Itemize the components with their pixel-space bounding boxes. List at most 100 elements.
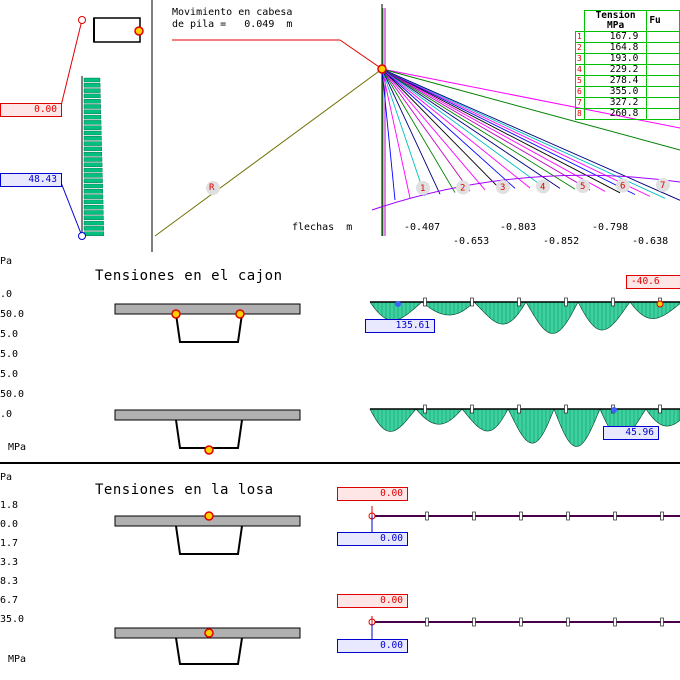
flechas-label: flechas m — [292, 222, 353, 233]
deflection-3: -0.803 — [500, 222, 537, 233]
tension-value: 193.0 — [583, 53, 648, 65]
cable-number: 2 — [575, 42, 585, 54]
section-point-marker — [204, 445, 214, 455]
cable-anchor-tick — [564, 297, 568, 307]
slab-stress-panel: Pa 1.8 0.0 1.7 3.3 8.3 6.7 35.0 MPa Tensiones … — [0, 464, 680, 680]
cable-anchor-tick — [660, 617, 664, 627]
cable-tension-table: Tension MPa Fu 1 167.9 2 164.8 3 193.0 4 229.2 5 2… — [575, 10, 680, 120]
cable-number: 8 — [575, 108, 585, 120]
pier-stress-bar — [83, 199, 104, 205]
axis-tick-label: 1.8 — [0, 500, 19, 511]
cable-number: 4 — [575, 64, 585, 76]
cable-number-label: 4 — [540, 183, 545, 193]
box-top-max-stress-box: 135.61 — [365, 319, 435, 333]
pier-stress-bar — [83, 120, 102, 125]
pier-stress-bar — [83, 93, 101, 99]
movement-unit: m — [286, 19, 293, 30]
pier-stress-bar — [83, 189, 103, 194]
cable-number-label: 5 — [580, 182, 585, 192]
tension-row: 5 278.4 — [575, 75, 680, 87]
cable-anchor-tick — [519, 511, 523, 521]
cable-anchor-tick — [425, 511, 429, 521]
tension-header: Tension MPa — [583, 10, 648, 32]
slab-top-max-stress-box: 0.00 — [337, 532, 408, 546]
slab-bottom-max-stress-box: 0.00 — [337, 639, 408, 653]
cable-number-label: 2 — [460, 184, 465, 194]
cable-anchor-tick — [470, 297, 474, 307]
movement-label-line2: de pila = 0.049 m — [172, 19, 293, 30]
pier-stress-bar — [83, 178, 103, 183]
pier-stress-bar — [83, 157, 103, 162]
axis-unit-bottom: MPa — [8, 654, 27, 665]
slab-top-min-stress-box: 0.00 — [337, 487, 408, 501]
pier-stress-bar — [83, 210, 104, 215]
pier-stress-bar — [83, 220, 104, 226]
axis-tick-label: .0 — [0, 409, 13, 420]
axis-tick-label: 35.0 — [0, 614, 25, 625]
cable-number-label: 7 — [660, 181, 665, 191]
axis-tick-label: 5.0 — [0, 329, 19, 340]
pier-stress-bar — [83, 98, 101, 104]
tension-row: 8 260.8 — [575, 108, 680, 120]
pier-stress-bar — [83, 151, 103, 157]
pier-stress-bar — [83, 77, 101, 83]
bridge-elevation-panel: 1234567 Movimiento en cabesa de pila = 0… — [0, 0, 680, 253]
section-point-marker — [204, 511, 214, 521]
cable-number: 5 — [575, 75, 585, 87]
cable-anchor-tick — [613, 511, 617, 521]
box-stress-panel: Pa .0 50.0 5.0 5.0 5.0 50.0 .0 MPa Tensiones e… — [0, 252, 680, 464]
slab-bottom-min-stress-box: 0.00 — [337, 594, 408, 608]
pier-bottom-stress-box: 48.43 — [0, 173, 62, 187]
tension-value: 278.4 — [583, 75, 648, 87]
axis-tick-label: 6.7 — [0, 595, 19, 606]
stay-cable — [381, 68, 606, 192]
cable-number-label: 3 — [500, 183, 505, 193]
slab-top-stress-line — [368, 511, 680, 521]
tension-row: 7 327.2 — [575, 97, 680, 109]
box-bottom-stress-box: 45.96 — [603, 426, 659, 440]
cable-anchor-tick — [423, 297, 427, 307]
cable-number: 6 — [575, 86, 585, 98]
cable-anchor-tick — [472, 511, 476, 521]
tension-value: 260.8 — [583, 108, 648, 120]
tension-row: 6 355.0 — [575, 86, 680, 98]
max-point-marker — [395, 301, 401, 307]
pier-stress-bar — [83, 162, 103, 168]
pier-stress-bar — [83, 226, 104, 231]
cable-number: 1 — [575, 31, 585, 43]
pier-stress-bar — [83, 146, 102, 152]
pier-top-marker — [134, 26, 144, 36]
tension-row: 4 229.2 — [575, 64, 680, 76]
max-point-marker — [611, 407, 617, 413]
cable-number: 7 — [575, 97, 585, 109]
pier-stress-bar — [83, 130, 102, 136]
deflection-4: -0.852 — [543, 236, 580, 247]
box-top-min-stress-box: -40.6 — [626, 275, 680, 289]
axis-tick-label: .0 — [0, 289, 13, 300]
axis-tick-label: 3.3 — [0, 557, 19, 568]
tension-value: 164.8 — [583, 42, 648, 54]
pier-stress-bar — [83, 136, 102, 141]
cable-anchor-tick — [472, 617, 476, 627]
pier-stress-bar — [83, 183, 103, 189]
pier-stress-bar — [83, 204, 104, 210]
pier-head-marker — [377, 64, 387, 74]
section-point-marker — [171, 309, 181, 319]
axis-tick-label: 5.0 — [0, 369, 19, 380]
cable-number-label: 1 — [420, 184, 425, 194]
cable-number: 3 — [575, 53, 585, 65]
pier-stress-bar — [83, 194, 104, 199]
cable-anchor-tick — [613, 617, 617, 627]
stay-cable — [381, 68, 486, 191]
pier-stress-bar — [83, 104, 101, 109]
pier-stress-bar — [83, 83, 101, 88]
cable-anchor-tick — [566, 617, 570, 627]
cable-anchor-tick — [564, 404, 568, 414]
cable-number-label: 6 — [620, 182, 625, 192]
pier-stress-bar — [83, 167, 103, 173]
fu-header: Fu — [646, 10, 680, 32]
stay-cable — [381, 68, 591, 191]
tension-row: 1 167.9 — [575, 31, 680, 43]
stay-cable — [381, 68, 546, 189]
deflection-2: -0.653 — [453, 236, 490, 247]
